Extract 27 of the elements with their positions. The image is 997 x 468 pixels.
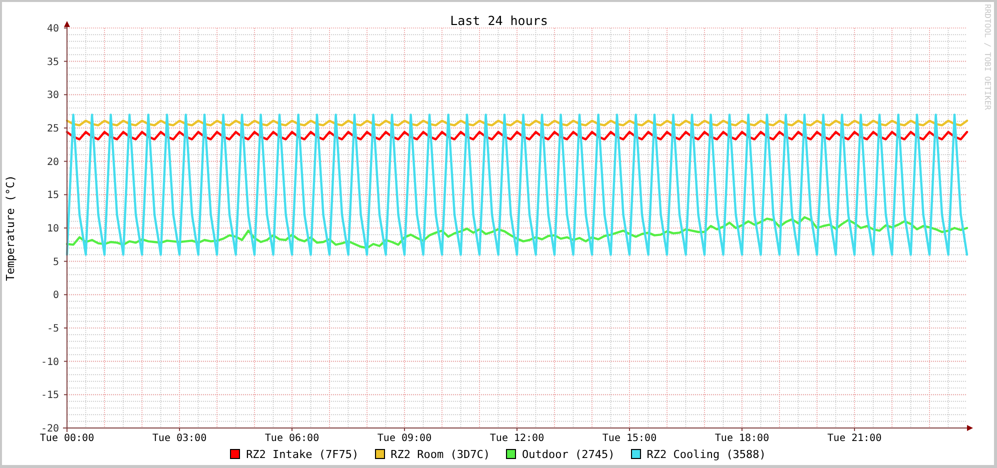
tick-label: 35 (46, 56, 59, 68)
tick-label: -15 (40, 390, 59, 402)
tick-label: Tue 15:00 (602, 433, 657, 443)
tick-label: Tue 09:00 (377, 433, 432, 443)
legend-label: Outdoor (2745) (522, 448, 615, 460)
legend-label: RZ2 Intake (7F75) (246, 448, 359, 460)
tick-label: -10 (40, 356, 59, 368)
axis-title: Temperature (°C) (4, 175, 17, 281)
tick-label: Tue 06:00 (264, 433, 320, 443)
tick-label: 0 (52, 290, 59, 302)
chart-title: Last 24 hours (450, 13, 548, 28)
legend-label: RZ2 Room (3D7C) (390, 448, 490, 460)
tick-label: Tue 00:00 (40, 433, 94, 443)
tick-label: 10 (46, 224, 59, 234)
tick-label: 40 (46, 24, 59, 34)
tick-label: Tue 21:00 (827, 433, 882, 443)
legend-label: RZ2 Cooling (3588) (646, 448, 766, 460)
tick-label: 15 (46, 190, 59, 202)
tick-label: Tue 12:00 (490, 433, 544, 443)
tick-label: 5 (52, 256, 59, 268)
tick-label: -20 (40, 424, 59, 434)
tick-label: Tue 03:00 (152, 433, 207, 443)
tick-label: 25 (46, 124, 59, 134)
tick-label: -5 (46, 324, 59, 334)
tick-label: 30 (46, 90, 59, 102)
tick-label: Tue 18:00 (714, 433, 770, 443)
tick-label: 20 (46, 156, 59, 168)
